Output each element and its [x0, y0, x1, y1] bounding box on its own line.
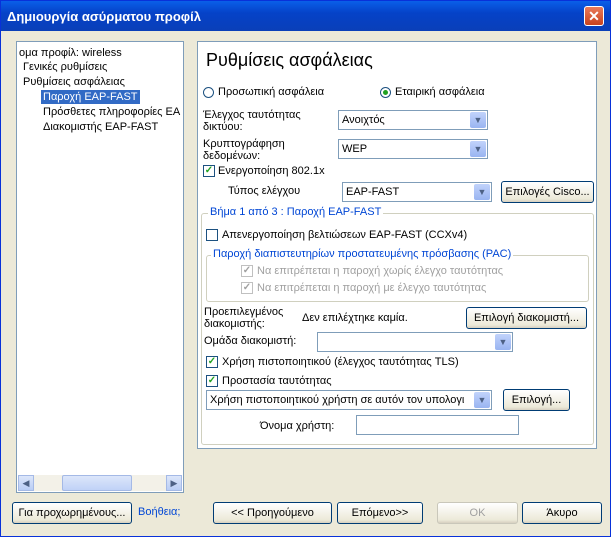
- disable-enhancements-label: Απενεργοποίηση βελτιώσεων EAP-FAST (CCXv…: [222, 229, 468, 241]
- username-input[interactable]: [356, 415, 519, 435]
- chevron-down-icon[interactable]: ▼: [474, 392, 490, 408]
- chevron-down-icon[interactable]: ▼: [495, 334, 511, 350]
- tree-item-additional-info[interactable]: Πρόσθετες πληροφορίες EA: [43, 105, 180, 119]
- network-auth-label: Έλεγχος ταυτότητας δικτύου:: [203, 109, 301, 133]
- page-title: Ρυθμίσεις ασφάλειας: [206, 50, 373, 70]
- advanced-button[interactable]: Για προχωρημένους...: [12, 502, 132, 524]
- disable-enhancements-checkbox[interactable]: [206, 229, 218, 241]
- scroll-thumb[interactable]: [62, 475, 132, 491]
- tree-item-security-settings[interactable]: Ρυθμίσεις ασφάλειας: [23, 75, 125, 89]
- allow-auth-checkbox[interactable]: ✓: [241, 282, 253, 294]
- back-button[interactable]: << Προηγούμενο: [213, 502, 332, 524]
- select-server-button[interactable]: Επιλογή διακομιστή...: [466, 307, 587, 329]
- auth-type-label: Τύπος ελέγχου: [228, 185, 301, 197]
- cancel-button[interactable]: Άκυρο: [522, 502, 602, 524]
- step-group: Βήμα 1 από 3 : Παροχή EAP-FAST Απενεργοπ…: [201, 206, 594, 445]
- next-button[interactable]: Επόμενο>>: [337, 502, 423, 524]
- nav-tree[interactable]: ομα προφίλ: wireless Γενικές ρυθμίσεις Ρ…: [16, 41, 184, 493]
- window-title: Δημιουργία ασύρματου προφίλ: [7, 9, 201, 24]
- cisco-options-button[interactable]: Επιλογές Cisco...: [501, 181, 594, 203]
- tree-horizontal-scrollbar[interactable]: ◀ ▶: [18, 475, 182, 491]
- data-encryption-value: WEP: [342, 143, 368, 155]
- server-group-label: Ομάδα διακομιστή:: [204, 335, 297, 347]
- data-encryption-select[interactable]: WEP ▼: [338, 139, 488, 159]
- enable-8021x-label: Ενεργοποίηση 802.1x: [218, 165, 325, 177]
- auth-type-select[interactable]: EAP-FAST ▼: [342, 182, 492, 202]
- pac-group: Παροχή διαπιστευτηρίων προστατευμένης πρ…: [206, 248, 589, 302]
- tree-item-profile-name[interactable]: ομα προφίλ: wireless: [19, 46, 122, 60]
- tree-item-general-settings[interactable]: Γενικές ρυθμίσεις: [23, 60, 107, 74]
- security-panel: Ρυθμίσεις ασφάλειας Προσωπική ασφάλεια Ε…: [197, 41, 597, 449]
- dialog-client: ομα προφίλ: wireless Γενικές ρυθμίσεις Ρ…: [4, 31, 607, 534]
- select-button[interactable]: Επιλογή...: [503, 389, 570, 411]
- use-certificate-label: Χρήση πιστοποιητικού (έλεγχος ταυτότητας…: [222, 356, 459, 368]
- close-icon[interactable]: ✕: [584, 6, 604, 26]
- ok-button[interactable]: OK: [437, 502, 518, 524]
- auth-type-value: EAP-FAST: [346, 186, 400, 198]
- enable-8021x-checkbox[interactable]: ✓: [203, 165, 215, 177]
- chevron-down-icon[interactable]: ▼: [470, 112, 486, 128]
- identity-protection-label: Προστασία ταυτότητας: [222, 375, 332, 387]
- network-auth-select[interactable]: Ανοιχτός ▼: [338, 110, 488, 130]
- personal-security-radio[interactable]: [203, 87, 214, 98]
- allow-unauth-label: Να επιτρέπεται η παροχή χωρίς έλεγχο ταυ…: [257, 265, 504, 277]
- chevron-down-icon[interactable]: ▼: [470, 141, 486, 157]
- personal-security-label: Προσωπική ασφάλεια: [218, 86, 325, 98]
- dialog-window: Δημιουργία ασύρματου προφίλ ✕ ομα προφίλ…: [0, 0, 611, 537]
- allow-unauth-checkbox[interactable]: ✓: [241, 265, 253, 277]
- default-server-label: Προεπιλεγμένος διακομιστής:: [204, 306, 284, 330]
- chevron-down-icon[interactable]: ▼: [474, 184, 490, 200]
- scroll-left-icon[interactable]: ◀: [18, 475, 34, 491]
- scroll-right-icon[interactable]: ▶: [166, 475, 182, 491]
- server-group-select[interactable]: ▼: [317, 332, 513, 352]
- identity-protection-checkbox[interactable]: ✓: [206, 375, 218, 387]
- network-auth-value: Ανοιχτός: [342, 114, 385, 126]
- allow-auth-label: Να επιτρέπεται η παροχή με έλεγχο ταυτότ…: [257, 282, 487, 294]
- data-encryption-label: Κρυπτογράφηση δεδομένων:: [203, 138, 285, 162]
- enterprise-security-radio[interactable]: [380, 87, 391, 98]
- step-group-label: Βήμα 1 από 3 : Παροχή EAP-FAST: [208, 206, 384, 218]
- title-bar[interactable]: Δημιουργία ασύρματου προφίλ ✕: [1, 1, 610, 31]
- use-certificate-checkbox[interactable]: ✓: [206, 356, 218, 368]
- tree-item-eap-fast-provisioning[interactable]: Παροχή EAP-FAST: [41, 90, 140, 104]
- default-server-value: Δεν επιλέχτηκε καμία.: [302, 312, 408, 324]
- help-link[interactable]: Βοήθεια;: [138, 506, 180, 518]
- enterprise-security-label: Εταιρική ασφάλεια: [395, 86, 485, 98]
- certificate-select[interactable]: Χρήση πιστοποιητικού χρήστη σε αυτόν τον…: [206, 390, 492, 410]
- tree-item-eap-fast-server[interactable]: Διακομιστής EAP-FAST: [43, 120, 158, 134]
- certificate-select-value: Χρήση πιστοποιητικού χρήστη σε αυτόν τον…: [210, 394, 465, 406]
- username-label: Όνομα χρήστη:: [260, 420, 335, 432]
- pac-group-label: Παροχή διαπιστευτηρίων προστατευμένης πρ…: [211, 248, 514, 260]
